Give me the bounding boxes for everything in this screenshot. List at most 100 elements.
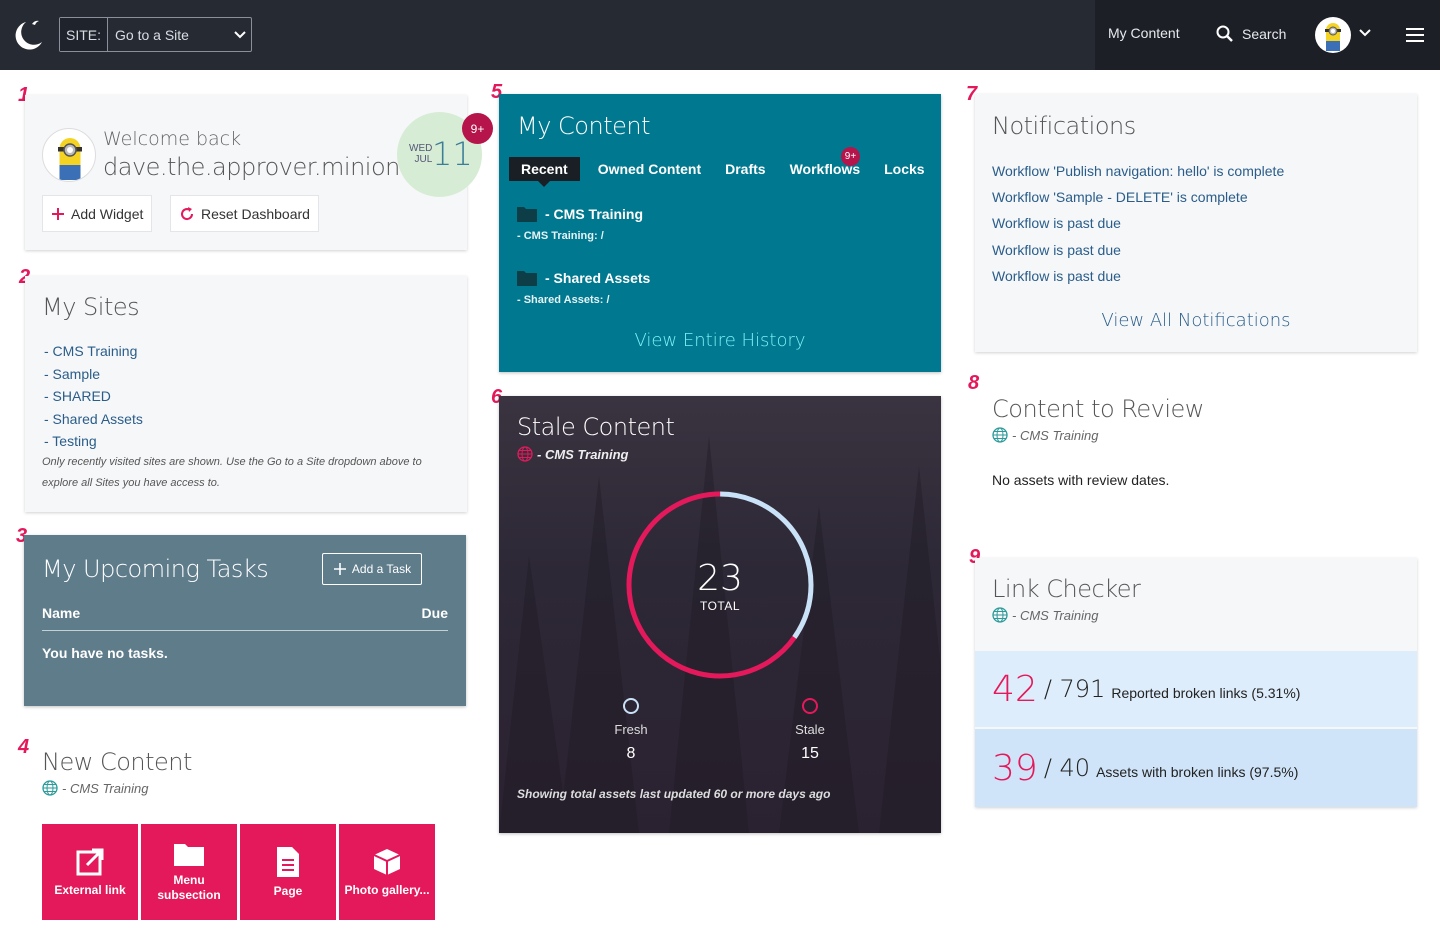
top-bar: SITE: Go to a Site My Content Search: [0, 0, 1440, 70]
broken-links-row[interactable]: 42 / 791 Reported broken links (5.31%): [975, 651, 1417, 727]
legend-fresh-value: 8: [626, 745, 636, 762]
welcome-widget: Welcome back dave.the.approver.minion WE…: [25, 95, 493, 250]
tasks-empty-message: You have no tasks.: [42, 645, 168, 661]
notification-item[interactable]: Workflow is past due: [992, 210, 1284, 236]
recent-item-title: - CMS Training: [545, 206, 643, 222]
legend-stale: Stale 15: [765, 698, 855, 763]
recent-item-title: - Shared Assets: [545, 270, 651, 286]
widget-number: 4: [18, 736, 30, 758]
welcome-username: dave.the.approver.minion: [103, 153, 400, 181]
legend-fresh: Fresh 8: [586, 698, 676, 763]
assets-broken-label: Assets with broken links (97.5%): [1096, 764, 1299, 780]
plus-icon: [333, 563, 346, 575]
add-task-button[interactable]: Add a Task: [322, 553, 422, 585]
new-external-link-tile[interactable]: External link: [42, 824, 138, 920]
nav-search-label: Search: [1242, 26, 1287, 42]
date-day: 11: [432, 135, 473, 173]
globe-icon: [517, 446, 533, 462]
assets-broken-count: 39: [992, 747, 1038, 789]
app-logo-icon[interactable]: [12, 16, 48, 52]
notifications-title: Notifications: [992, 112, 1136, 140]
view-history-link[interactable]: View Entire History: [499, 330, 941, 351]
welcome-avatar: [42, 128, 96, 182]
fresh-dot-icon: [623, 698, 639, 714]
tab-recent[interactable]: Recent: [509, 157, 580, 187]
link-checker-widget: Link Checker - CMS Training 42 / 791 Rep…: [975, 558, 1417, 807]
my-sites-note: Only recently visited sites are shown. U…: [42, 456, 422, 489]
tab-drafts[interactable]: Drafts: [713, 157, 777, 181]
tasks-col-name[interactable]: Name: [42, 605, 80, 630]
review-site: - CMS Training: [992, 427, 1204, 443]
notification-item[interactable]: Workflow 'Publish navigation: hello' is …: [992, 158, 1284, 184]
broken-links-count: 42: [992, 668, 1038, 710]
chevron-down-icon: [229, 18, 251, 51]
new-content-tiles: External link Menu subsection Page Photo…: [42, 824, 435, 920]
notification-badge[interactable]: 9+: [462, 113, 493, 144]
assets-broken-links-row[interactable]: 39 / 40 Assets with broken links (97.5%): [975, 729, 1417, 807]
folder-icon: [174, 844, 204, 866]
broken-links-label: Reported broken links (5.31%): [1111, 685, 1301, 701]
site-select-value: Go to a Site: [115, 26, 189, 43]
user-avatar[interactable]: [1315, 17, 1351, 53]
recent-item-path: - CMS Training: /: [517, 230, 604, 242]
reset-dashboard-button[interactable]: Reset Dashboard: [170, 195, 319, 232]
donut-center: 23 TOTAL: [623, 558, 817, 613]
stale-footnote: Showing total assets last updated 60 or …: [517, 787, 831, 801]
new-menu-subsection-tile[interactable]: Menu subsection: [141, 824, 237, 920]
stale-content-widget: Stale Content - CMS Training 23 TOTAL Fr…: [499, 396, 941, 833]
new-page-tile[interactable]: Page: [240, 824, 336, 920]
new-content-site: - CMS Training: [42, 780, 192, 796]
hamburger-menu-icon[interactable]: [1406, 28, 1424, 42]
add-task-label: Add a Task: [351, 562, 412, 576]
site-link[interactable]: - Sample: [44, 363, 143, 386]
recent-item[interactable]: - CMS Training - CMS Training: /: [517, 206, 643, 242]
widget-number: 8: [968, 372, 980, 394]
review-title: Content to Review: [992, 395, 1204, 423]
site-select-label: SITE:: [60, 18, 109, 51]
nav-search[interactable]: Search: [1216, 25, 1286, 43]
add-widget-label: Add Widget: [71, 205, 144, 222]
review-site-label: - CMS Training: [1012, 427, 1099, 443]
new-photo-gallery-tile[interactable]: Photo gallery...: [339, 824, 435, 920]
refresh-icon: [181, 206, 194, 220]
site-link[interactable]: - SHARED: [44, 385, 143, 408]
my-content-tabs: Recent Owned Content Drafts Workflows Lo…: [509, 157, 937, 187]
site-select[interactable]: SITE: Go to a Site: [59, 17, 252, 52]
notification-item[interactable]: Workflow is past due: [992, 263, 1284, 289]
add-widget-button[interactable]: Add Widget: [42, 195, 153, 232]
search-icon: [1216, 25, 1233, 42]
tasks-title: My Upcoming Tasks: [42, 555, 269, 583]
tab-owned-content[interactable]: Owned Content: [586, 157, 713, 181]
stale-dot-icon: [802, 698, 818, 714]
site-link[interactable]: - Testing: [44, 430, 143, 453]
notification-item[interactable]: Workflow 'Sample - DELETE' is complete: [992, 184, 1284, 210]
site-link[interactable]: - Shared Assets: [44, 408, 143, 431]
notifications-widget: Notifications Workflow 'Publish navigati…: [975, 94, 1417, 352]
my-content-title: My Content: [517, 112, 651, 140]
stale-title: Stale Content: [517, 413, 675, 441]
new-content-site-label: - CMS Training: [62, 780, 149, 796]
folder-icon: [517, 207, 537, 222]
new-content-title: New Content: [42, 748, 192, 776]
link-checker-site: - CMS Training: [992, 607, 1098, 623]
view-all-notifications-link[interactable]: View All Notifications: [975, 310, 1417, 331]
recent-item[interactable]: - Shared Assets - Shared Assets: /: [517, 270, 650, 306]
welcome-greeting: Welcome back: [103, 128, 242, 150]
legend-stale-value: 15: [801, 745, 819, 762]
user-menu-chevron-icon[interactable]: [1359, 29, 1371, 37]
site-link[interactable]: - CMS Training: [44, 340, 143, 363]
donut-total-label: TOTAL: [699, 599, 741, 613]
nav-my-content[interactable]: My Content: [1108, 25, 1180, 41]
tab-locks[interactable]: Locks: [872, 157, 936, 181]
broken-links-total: / 791: [1043, 675, 1106, 703]
external-link-icon: [76, 848, 104, 875]
workflows-badge: 9+: [841, 147, 860, 166]
legend-fresh-label: Fresh: [614, 722, 648, 737]
stale-donut-chart: 23 TOTAL: [623, 488, 817, 682]
notification-item[interactable]: Workflow is past due: [992, 237, 1284, 263]
tasks-col-due[interactable]: Due: [422, 605, 448, 630]
my-sites-widget: My Sites - CMS Training - Sample - SHARE…: [25, 276, 467, 512]
tile-label: Photo gallery...: [344, 882, 430, 897]
date-month: JUL: [414, 154, 433, 165]
tile-label: Page: [273, 883, 303, 898]
